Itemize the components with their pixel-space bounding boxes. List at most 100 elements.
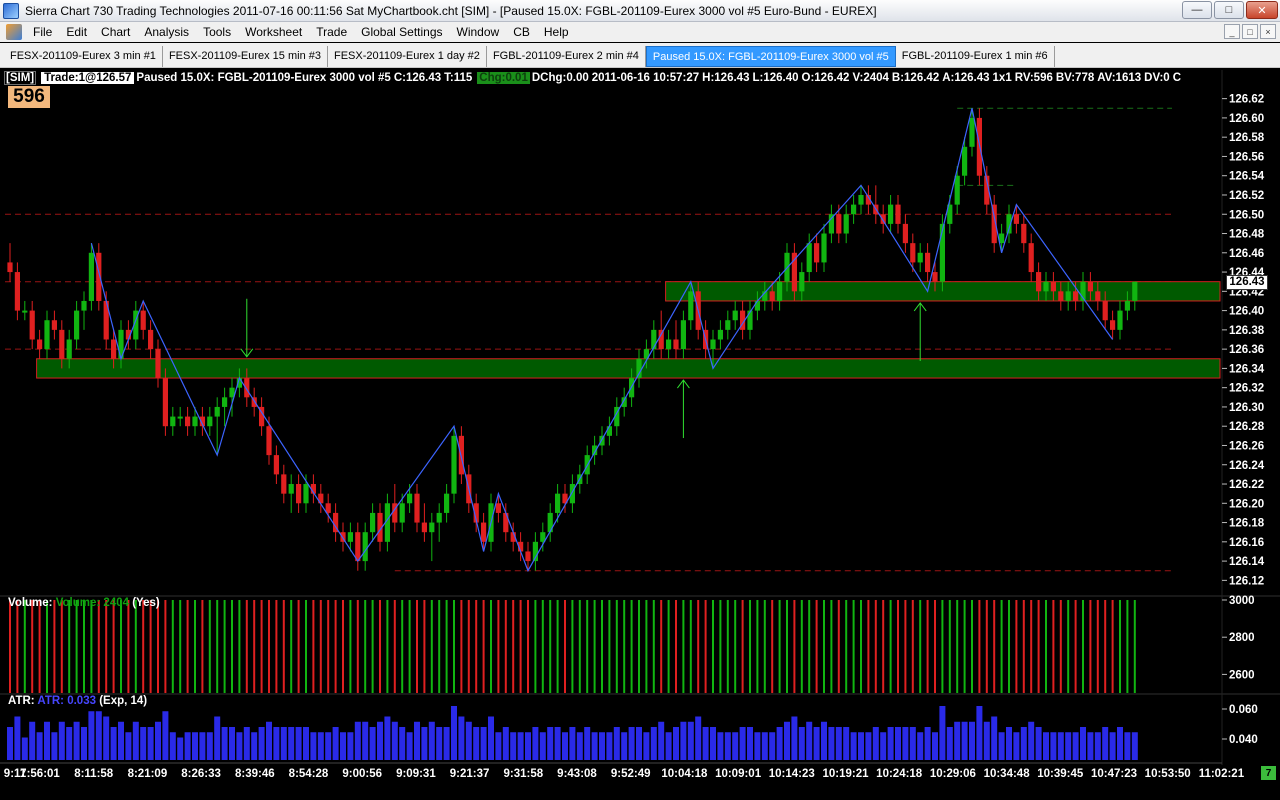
atr-bar bbox=[525, 732, 531, 760]
atr-bar bbox=[236, 732, 243, 760]
volume-axis-label: 2600 bbox=[1229, 669, 1255, 681]
atr-bar bbox=[362, 721, 369, 760]
atr-bar bbox=[776, 727, 783, 760]
atr-bar bbox=[539, 732, 546, 760]
candle-body bbox=[910, 243, 916, 263]
atr-bar bbox=[103, 716, 110, 760]
candle-body bbox=[836, 214, 842, 234]
candle-body bbox=[37, 339, 43, 350]
atr-bar bbox=[954, 721, 961, 760]
price-axis-label: 126.50 bbox=[1229, 209, 1264, 221]
atr-bar bbox=[295, 727, 302, 760]
atr-bar bbox=[480, 727, 487, 760]
price-axis-label: 126.36 bbox=[1229, 344, 1264, 356]
time-axis-label: 8:11:58 bbox=[74, 768, 114, 780]
atr-bar bbox=[347, 732, 354, 760]
atr-bar bbox=[591, 732, 598, 760]
candle-body bbox=[747, 310, 753, 330]
atr-bar bbox=[369, 727, 376, 760]
candle-body bbox=[44, 320, 50, 350]
price-chart[interactable]: 126.62 126.60 126.58 126.56 126.54 126.52 126.… bbox=[0, 0, 1280, 800]
volume-axis-label: 3000 bbox=[1229, 595, 1255, 607]
atr-bar bbox=[717, 732, 724, 760]
atr-bar bbox=[354, 721, 361, 760]
candle-body bbox=[732, 310, 738, 321]
atr-bar bbox=[428, 721, 435, 760]
price-axis-label: 126.46 bbox=[1229, 248, 1264, 260]
atr-bar bbox=[998, 732, 1005, 760]
atr-bar bbox=[280, 727, 287, 760]
atr-bar bbox=[887, 727, 894, 760]
candle-body bbox=[658, 329, 664, 350]
price-axis-label: 126.52 bbox=[1229, 190, 1264, 202]
atr-bar bbox=[924, 727, 931, 760]
atr-bar bbox=[969, 721, 975, 760]
atr-bar bbox=[532, 727, 539, 760]
atr-bar bbox=[1087, 732, 1094, 760]
time-axis-label: 9:43:08 bbox=[557, 768, 597, 780]
candle-body bbox=[81, 300, 87, 311]
atr-bar bbox=[806, 721, 813, 760]
candle-body bbox=[1036, 272, 1042, 292]
candle-body bbox=[1102, 300, 1108, 321]
atr-bar bbox=[1020, 727, 1027, 760]
atr-bar bbox=[340, 732, 346, 760]
atr-bar bbox=[303, 727, 309, 760]
candle-body bbox=[1050, 281, 1056, 292]
candle-body bbox=[814, 243, 820, 263]
price-axis-label: 126.58 bbox=[1229, 132, 1265, 144]
atr-bar bbox=[140, 727, 147, 760]
candle-body bbox=[162, 378, 168, 427]
candle-body bbox=[29, 310, 35, 340]
atr-bar bbox=[81, 727, 87, 760]
time-axis-label: 8:39:46 bbox=[235, 768, 275, 780]
atr-bar bbox=[421, 727, 428, 760]
volume-study-param: (Yes) bbox=[132, 597, 160, 609]
candle-body bbox=[66, 339, 72, 359]
trade-indicator: Trade:1@126.57 bbox=[41, 72, 135, 84]
candle-body bbox=[451, 435, 457, 494]
candle-body bbox=[414, 493, 420, 523]
atr-bar bbox=[1028, 721, 1035, 760]
bid-value: B:126.42 bbox=[891, 72, 940, 84]
candle-body bbox=[791, 252, 797, 292]
candle-body bbox=[1073, 291, 1079, 301]
atr-bar bbox=[576, 732, 583, 760]
atr-bar bbox=[1065, 732, 1072, 760]
corner-badge[interactable]: 7 bbox=[1261, 766, 1276, 780]
atr-bar bbox=[761, 732, 768, 760]
atr-bar bbox=[895, 727, 901, 760]
atr-bar bbox=[798, 727, 805, 760]
candle-body bbox=[606, 426, 612, 436]
atr-bar bbox=[865, 732, 872, 760]
atr-bar bbox=[95, 711, 102, 760]
high-value: H:126.43 bbox=[702, 72, 750, 84]
atr-bar bbox=[650, 727, 657, 760]
atr-bar bbox=[1006, 727, 1012, 760]
time-axis-label: 9:52:49 bbox=[611, 768, 651, 780]
atr-bar bbox=[902, 727, 909, 760]
rv-value: RV:596 bbox=[1014, 72, 1053, 84]
price-axis-label: 126.28 bbox=[1229, 421, 1265, 433]
atr-bar bbox=[465, 721, 472, 760]
candle-body bbox=[1065, 291, 1071, 301]
atr-bar bbox=[1050, 732, 1057, 760]
atr-bar bbox=[51, 732, 58, 760]
atr-bar bbox=[14, 716, 21, 760]
atr-bar bbox=[251, 732, 258, 760]
atr-bar bbox=[451, 706, 457, 760]
candle-body bbox=[303, 484, 309, 504]
chart-status-line: [SIM] Trade:1@126.57 Paused 15.0X: FGBL-… bbox=[4, 71, 1184, 85]
atr-bar bbox=[473, 727, 480, 760]
candle-body bbox=[207, 416, 213, 427]
atr-bar bbox=[125, 732, 132, 760]
candle-body bbox=[155, 349, 161, 379]
atr-bar bbox=[406, 732, 413, 760]
atr-bar bbox=[628, 727, 635, 760]
atr-bar bbox=[1035, 727, 1042, 760]
atr-bar bbox=[665, 732, 672, 760]
time-axis-label: 10:09:01 bbox=[715, 768, 762, 780]
candle-body bbox=[14, 272, 20, 311]
change-badge: Chg:0.01 bbox=[477, 72, 530, 84]
candle-body bbox=[222, 397, 228, 407]
